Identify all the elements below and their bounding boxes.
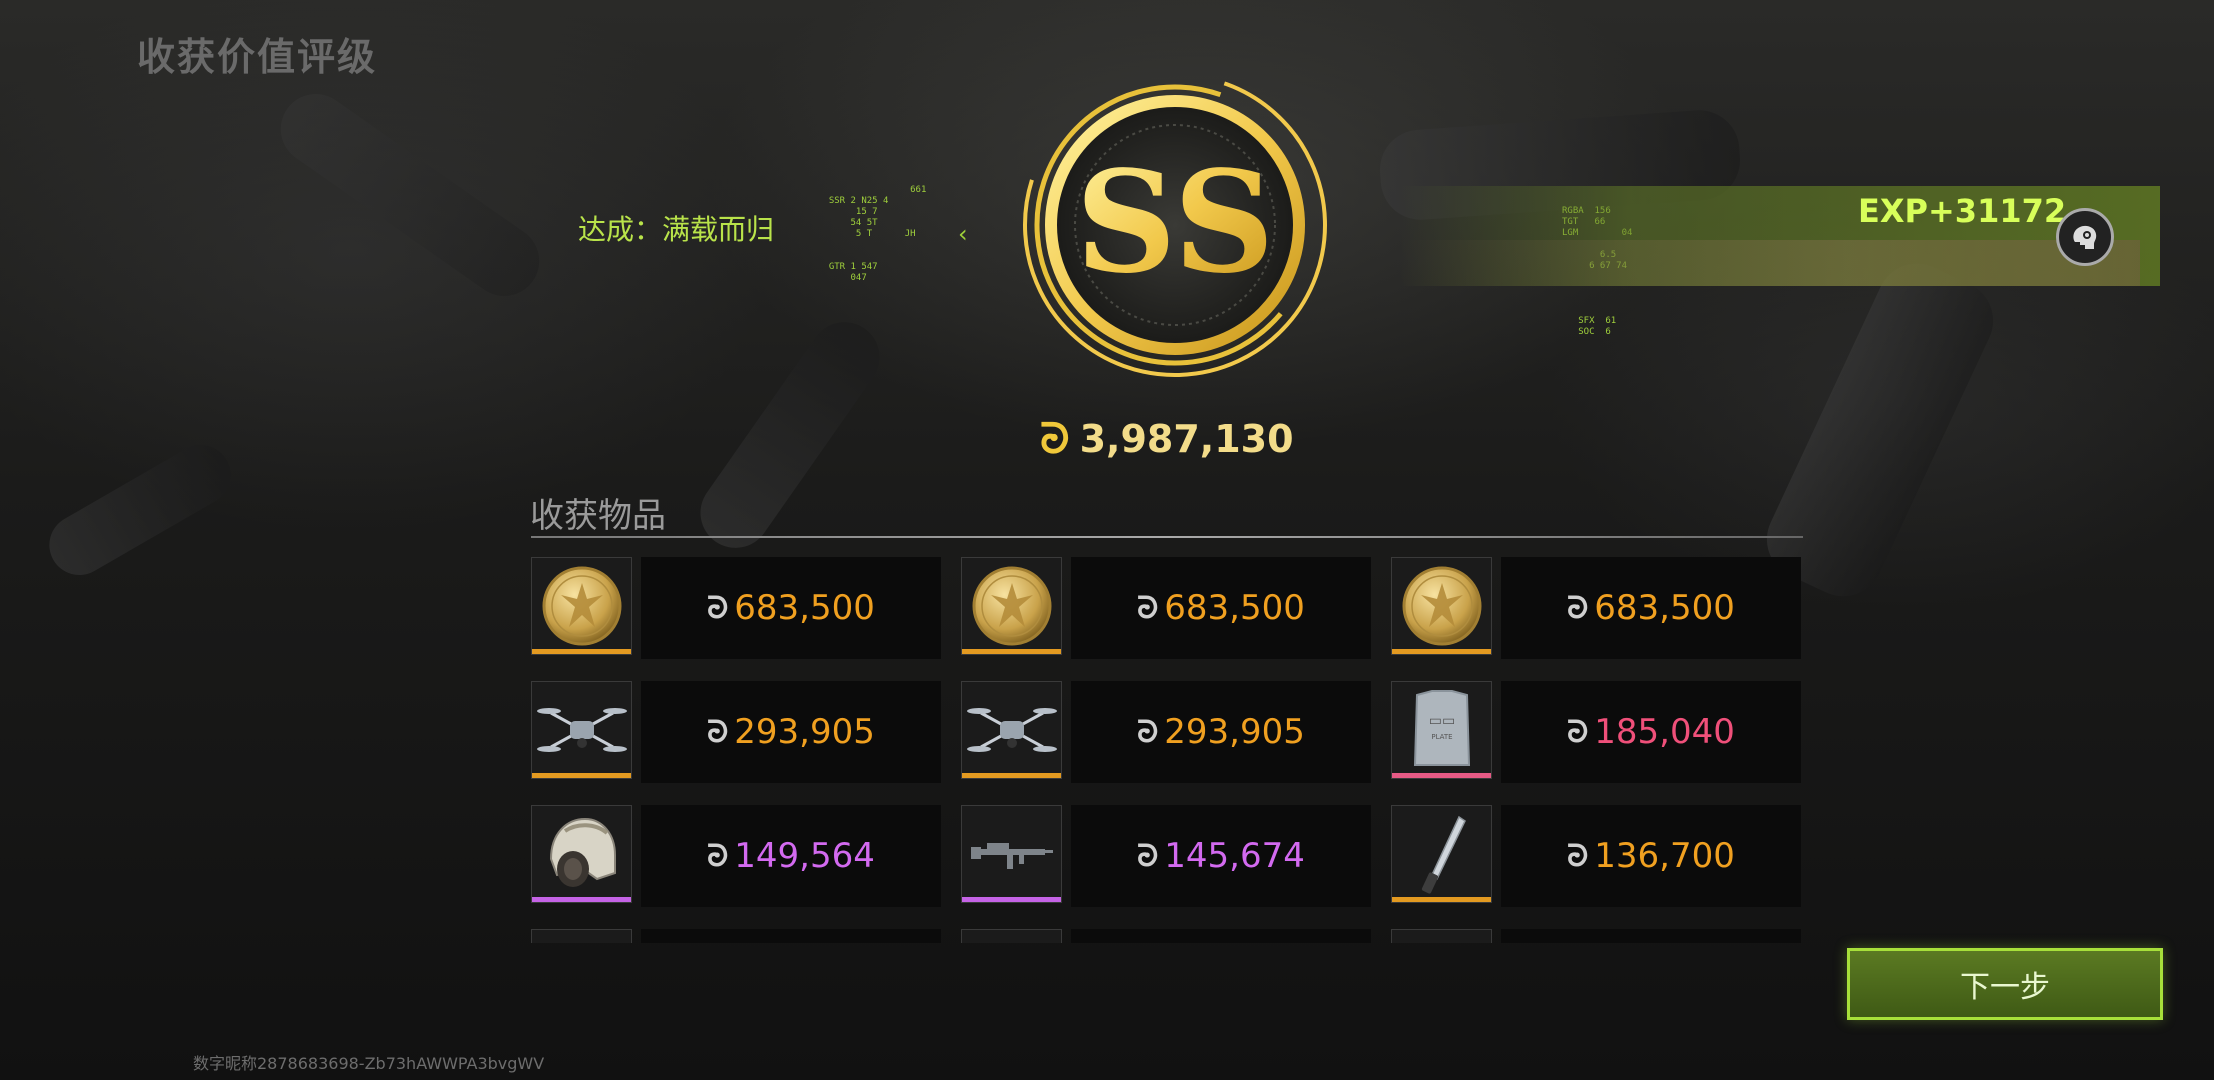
loot-item[interactable]: ᘒ 293,905 (961, 681, 1371, 786)
exp-bar-shadow (1400, 240, 2140, 286)
item-value-text: 683,500 (1164, 588, 1305, 628)
gold-coin-icon (537, 561, 627, 654)
next-step-button[interactable]: 下一步 (1847, 948, 2163, 1020)
loot-item-partial (961, 929, 1371, 943)
currency-icon: ᘒ (707, 590, 729, 626)
rarity-bar (1392, 897, 1491, 902)
item-value (641, 929, 941, 943)
item-value: ᘒ 145,674 (1071, 805, 1371, 907)
loot-item-partial (1391, 929, 1801, 943)
currency-icon: ᘒ (1567, 590, 1589, 626)
item-thumbnail[interactable] (1391, 805, 1492, 903)
hud-decoration-left: 661 SSR 2 N25 4 15 7 54 5T 5 T JH GTR 1 … (828, 185, 927, 283)
rarity-bar (1392, 649, 1491, 654)
currency-icon: ᘒ (1137, 714, 1159, 750)
items-grid[interactable]: ᘒ 683,500 ᘒ 683,500 ᘒ 683,500 ᘒ 293,905 (531, 557, 1803, 943)
section-title: 收获物品 (530, 496, 666, 536)
drone-icon (537, 685, 627, 778)
item-value-text: 293,905 (1164, 712, 1305, 752)
item-value-text: 683,500 (1594, 588, 1735, 628)
gold-coin-icon (1397, 561, 1487, 654)
item-thumbnail[interactable] (531, 557, 632, 655)
item-thumbnail[interactable] (961, 681, 1062, 779)
gold-coin-icon (967, 561, 1057, 654)
page-title: 收获价值评级 (137, 35, 378, 79)
total-value: ᘒ 3,987,130 (1040, 414, 1294, 464)
svg-text:▭▭: ▭▭ (1429, 713, 1455, 729)
currency-icon: ᘒ (1137, 590, 1159, 626)
item-thumbnail[interactable]: ▭▭ PLATE (1391, 681, 1492, 779)
item-thumbnail[interactable] (531, 681, 632, 779)
rarity-bar (532, 649, 631, 654)
loot-item[interactable]: ᘒ 293,905 (531, 681, 941, 786)
drone-icon (967, 685, 1057, 778)
currency-icon: ᘒ (707, 714, 729, 750)
item-value: ᘒ 185,040 (1501, 681, 1801, 783)
svg-text:PLATE: PLATE (1431, 733, 1452, 741)
item-value: ᘒ 136,700 (1501, 805, 1801, 907)
chevron-left-icon: ‹ (958, 220, 968, 248)
rarity-bar (962, 897, 1061, 902)
item-value: ᘒ 293,905 (1071, 681, 1371, 783)
total-value-text: 3,987,130 (1079, 417, 1294, 461)
item-thumbnail[interactable] (961, 805, 1062, 903)
item-value-text: 145,674 (1164, 836, 1305, 876)
currency-icon: ᘒ (707, 838, 729, 874)
currency-icon: ᘒ (1567, 714, 1589, 750)
item-thumbnail[interactable] (961, 557, 1062, 655)
item-value-text: 185,040 (1594, 712, 1735, 752)
rarity-bar (962, 649, 1061, 654)
item-thumbnail[interactable] (531, 805, 632, 903)
item-value: ᘒ 683,500 (641, 557, 941, 659)
brain-gear-icon (2056, 208, 2114, 266)
rank-grade: SS (1075, 141, 1274, 305)
item-thumbnail (531, 929, 632, 943)
item-value-text: 149,564 (734, 836, 875, 876)
currency-icon: ᘒ (1567, 838, 1589, 874)
rarity-bar (532, 897, 631, 902)
loot-item[interactable]: ᘒ 683,500 (531, 557, 941, 662)
item-value: ᘒ 293,905 (641, 681, 941, 783)
section-divider (531, 536, 1803, 538)
user-id: 数字昵称2878683698-Zb73hAWWPA3bvgWV (193, 1054, 545, 1073)
helmet-icon (537, 809, 627, 902)
achievement-text: 达成：满载而归 (578, 213, 775, 246)
item-value-text: 136,700 (1594, 836, 1735, 876)
armor-plate-icon: ▭▭ PLATE (1397, 685, 1487, 778)
loot-item-partial (531, 929, 941, 943)
item-thumbnail (961, 929, 1062, 943)
item-value (1071, 929, 1371, 943)
rarity-bar (1392, 773, 1491, 778)
exp-gain: EXP+31172 (1858, 192, 2067, 230)
knife-icon (1397, 809, 1487, 902)
loot-item[interactable]: ᘒ 683,500 (1391, 557, 1801, 662)
item-value: ᘒ 683,500 (1071, 557, 1371, 659)
item-value: ᘒ 683,500 (1501, 557, 1801, 659)
rank-ring: SS (1023, 73, 1327, 377)
loot-item[interactable]: ᘒ 149,564 (531, 805, 941, 910)
rarity-bar (532, 773, 631, 778)
rarity-bar (962, 773, 1061, 778)
currency-icon: ᘒ (1137, 838, 1159, 874)
rifle-icon (967, 809, 1057, 902)
loot-item[interactable]: ᘒ 136,700 (1391, 805, 1801, 910)
loot-item[interactable]: ▭▭ PLATE ᘒ 185,040 (1391, 681, 1801, 786)
item-thumbnail (1391, 929, 1492, 943)
item-value (1501, 929, 1801, 943)
item-thumbnail[interactable] (1391, 557, 1492, 655)
loot-item[interactable]: ᘒ 683,500 (961, 557, 1371, 662)
item-value: ᘒ 149,564 (641, 805, 941, 907)
item-value-text: 293,905 (734, 712, 875, 752)
item-value-text: 683,500 (734, 588, 875, 628)
loot-item[interactable]: ᘒ 145,674 (961, 805, 1371, 910)
currency-icon: ᘒ (1040, 414, 1070, 463)
rank-emblem: SS (1013, 63, 1337, 387)
